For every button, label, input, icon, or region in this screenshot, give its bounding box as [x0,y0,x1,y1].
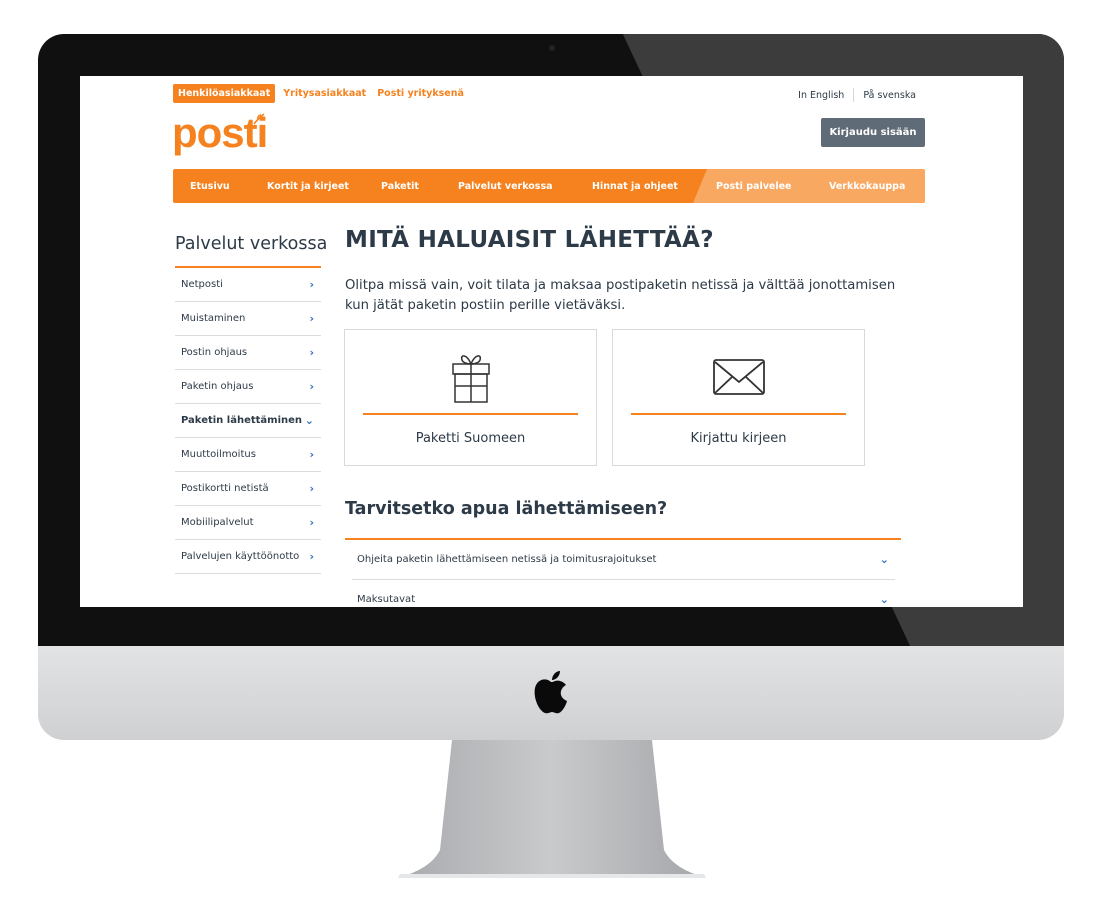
sidebar-title: Palvelut verkossa [175,234,328,254]
sidebar-item-muistaminen[interactable]: Muistaminen › [175,302,321,336]
sidebar-item-label: Postin ohjaus [181,347,248,358]
logo-sprig-icon [253,113,266,125]
accordion-item-payment-methods[interactable]: Maksutavat ⌄ [352,580,895,607]
nav-item-online-services[interactable]: Palvelut verkossa [458,169,553,203]
sidebar-item-label: Muuttoilmoitus [181,449,256,460]
sidebar-item-mobiilipalvelut[interactable]: Mobiilipalvelut › [175,506,321,540]
customer-segment-nav: Henkilöasiakkaat Yritysasiakkaat Posti y… [173,84,475,103]
chevron-down-icon: ⌄ [879,553,889,566]
sidebar-item-label: Netposti [181,279,223,290]
chevron-right-icon: › [309,312,314,325]
card-kirjattu-kirje[interactable]: Kirjattu kirjeen [612,329,865,466]
card-paketti-suomeen[interactable]: Paketti Suomeen [344,329,597,466]
nav-item-home[interactable]: Etusivu [190,169,230,203]
main-navigation: Etusivu Kortit ja kirjeet Paketit Palvel… [173,169,925,203]
language-switcher: In English På svenska [798,88,916,102]
camera [549,45,555,51]
apple-logo-icon [534,671,567,714]
accordion-item-shipping-instructions[interactable]: Ohjeita paketin lähettämiseen netissä ja… [352,540,895,580]
card-accent-bar [631,413,846,415]
nav-item-posti-serves[interactable]: Posti palvelee [716,169,792,203]
imac-stand [398,740,706,878]
nav-item-parcels[interactable]: Paketit [381,169,419,203]
segment-tab-business[interactable]: Yritysasiakkaat [283,88,366,99]
gift-icon [451,355,490,403]
card-label: Kirjattu kirjeen [690,431,787,446]
sidebar-item-muuttoilmoitus[interactable]: Muuttoilmoitus › [175,438,321,472]
chevron-down-icon: ⌄ [879,593,889,606]
language-divider [853,88,855,102]
sidebar-item-postin-ohjaus[interactable]: Postin ohjaus › [175,336,321,370]
sidebar-item-label: Muistaminen [181,313,246,324]
chevron-right-icon: › [309,482,314,495]
accordion-item-label: Ohjeita paketin lähettämiseen netissä ja… [357,554,657,565]
website-screen: Henkilöasiakkaat Yritysasiakkaat Posti y… [80,76,1023,607]
sidebar-item-postikortti[interactable]: Postikortti netistä › [175,472,321,506]
sidebar-item-paketin-ohjaus[interactable]: Paketin ohjaus › [175,370,321,404]
chevron-down-icon: ⌄ [304,414,314,427]
card-label: Paketti Suomeen [415,431,526,446]
login-button[interactable]: Kirjaudu sisään [821,118,925,147]
sidebar-item-label: Paketin lähettäminen [181,415,303,426]
page-title: MITÄ HALUAISIT LÄHETTÄÄ? [345,227,714,253]
chevron-right-icon: › [309,380,314,393]
sidebar-item-label: Palvelujen käyttöönotto [181,551,300,562]
help-section-title: Tarvitsetko apua lähettämiseen? [345,499,668,519]
chevron-right-icon: › [309,448,314,461]
nav-item-prices[interactable]: Hinnat ja ohjeet [592,169,678,203]
language-link-english[interactable]: In English [798,90,844,101]
segment-tab-personal[interactable]: Henkilöasiakkaat [173,84,276,103]
sidebar-item-label: Postikortti netistä [181,483,269,494]
sidebar-item-paketin-lahettaminen[interactable]: Paketin lähettäminen ⌄ [175,404,321,438]
card-accent-bar [363,413,578,415]
nav-item-webshop[interactable]: Verkkokauppa [829,169,905,203]
intro-text: Olitpa missä vain, voit tilata ja maksaa… [345,278,896,313]
language-link-swedish[interactable]: På svenska [863,90,916,101]
accordion-item-label: Maksutavat [357,594,416,605]
chevron-right-icon: › [309,346,314,359]
nav-item-cards-letters[interactable]: Kortit ja kirjeet [267,169,349,203]
chevron-right-icon: › [309,516,314,529]
sidebar-item-kayttoonotto[interactable]: Palvelujen käyttöönotto › [175,540,321,574]
chevron-right-icon: › [309,550,314,563]
sidebar-item-netposti[interactable]: Netposti › [175,268,321,302]
segment-tab-company[interactable]: Posti yrityksenä [377,88,464,99]
chevron-right-icon: › [309,278,314,291]
sidebar-item-label: Mobiilipalvelut [181,517,254,528]
envelope-icon [712,359,765,395]
sidebar-item-label: Paketin ohjaus [181,381,254,392]
